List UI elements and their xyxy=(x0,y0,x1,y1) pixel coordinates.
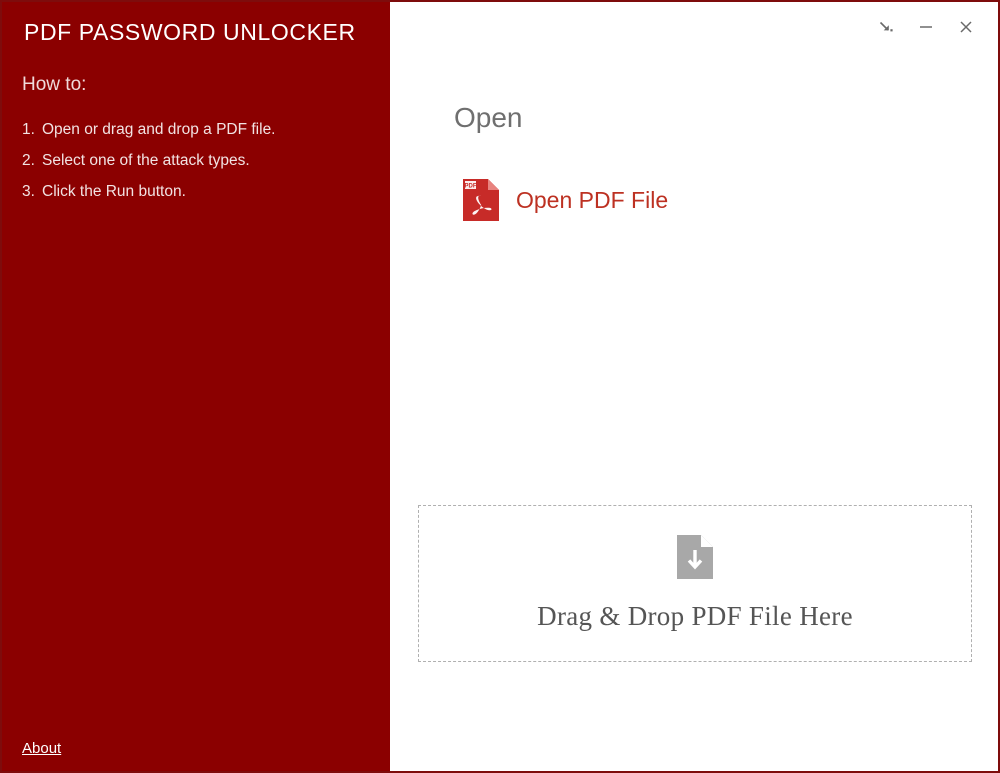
step-text: Open or drag and drop a PDF file. xyxy=(42,121,276,138)
svg-text:PDF: PDF xyxy=(465,184,477,190)
drag-drop-zone[interactable]: Drag & Drop PDF File Here xyxy=(418,505,972,662)
howto-heading: How to: xyxy=(22,74,87,95)
app-title: PDF PASSWORD UNLOCKER xyxy=(24,19,356,45)
open-pdf-file-label: Open PDF File xyxy=(516,186,669,213)
window-controls xyxy=(868,12,984,42)
open-pdf-file-button[interactable]: PDF Open PDF File xyxy=(462,178,668,222)
minimize-to-tray-button[interactable] xyxy=(868,12,904,42)
howto-step: 2. Select one of the attack types. xyxy=(22,145,372,176)
close-button[interactable] xyxy=(948,12,984,42)
close-icon xyxy=(957,18,975,36)
open-section-heading: Open xyxy=(454,102,523,133)
minimize-icon xyxy=(917,19,935,35)
minimize-button[interactable] xyxy=(908,12,944,42)
document-download-icon xyxy=(677,535,713,579)
step-number: 1. xyxy=(22,121,35,138)
drag-drop-zone-label: Drag & Drop PDF File Here xyxy=(537,601,853,631)
app-window: PDF PASSWORD UNLOCKER How to: 1. Open or … xyxy=(0,0,1000,773)
howto-step: 3. Click the Run button. xyxy=(22,176,372,207)
howto-steps-list: 1. Open or drag and drop a PDF file. 2. Se… xyxy=(22,114,372,207)
pdf-file-icon: PDF xyxy=(462,178,500,222)
arrow-to-corner-icon xyxy=(878,19,894,35)
sidebar: PDF PASSWORD UNLOCKER How to: 1. Open or … xyxy=(2,2,390,771)
step-text: Click the Run button. xyxy=(42,183,186,200)
main-panel: Open PDF Open PDF File Drag & Drop PDF F… xyxy=(390,2,998,771)
step-number: 2. xyxy=(22,152,35,169)
howto-step: 1. Open or drag and drop a PDF file. xyxy=(22,114,372,145)
about-link[interactable]: About xyxy=(22,740,61,757)
step-text: Select one of the attack types. xyxy=(42,152,250,169)
step-number: 3. xyxy=(22,183,35,200)
